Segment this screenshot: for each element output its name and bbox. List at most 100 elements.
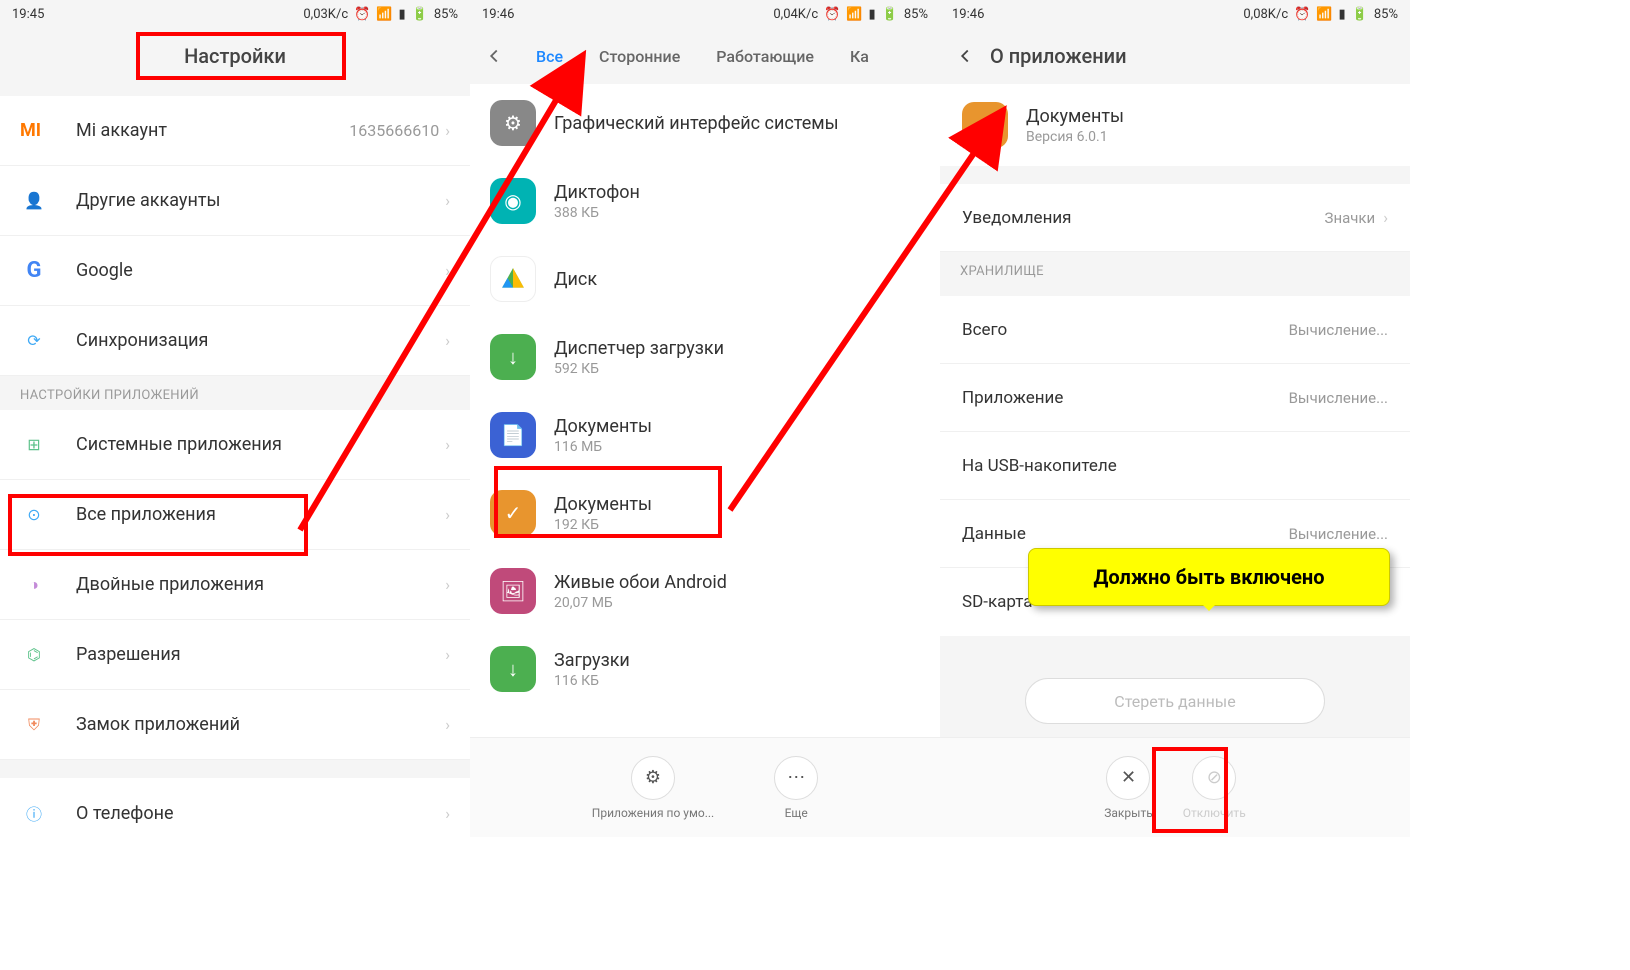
app-icon: 📄 <box>490 412 536 458</box>
status-time: 19:46 <box>482 7 514 22</box>
app-name: Документы <box>554 416 652 437</box>
row-other-accounts[interactable]: 👤 Другие аккаунты › <box>0 166 470 236</box>
chevron-right-icon: › <box>445 715 450 734</box>
chevron-right-icon: › <box>445 645 450 664</box>
chevron-right-icon: › <box>445 261 450 280</box>
app-icon: ↓ <box>490 334 536 380</box>
header-title: Настройки <box>0 28 470 84</box>
signal-icon: ▮ <box>399 7 406 22</box>
app-row[interactable]: ⚙ Графический интерфейс системы <box>470 84 940 162</box>
app-name: Документы <box>554 494 652 515</box>
defaults-button[interactable]: ⚙ Приложения по умо... <box>592 756 714 820</box>
back-button[interactable] <box>950 45 980 67</box>
signal-icon: ▮ <box>1339 7 1346 22</box>
app-icon: ✓ <box>490 490 536 536</box>
chevron-right-icon: › <box>445 804 450 823</box>
back-button[interactable] <box>470 45 518 67</box>
app-name: Диктофон <box>554 182 640 203</box>
wifi-icon: 📶 <box>1316 7 1332 22</box>
app-size: 592 КБ <box>554 361 724 377</box>
app-row[interactable]: 📄 Документы116 МБ <box>470 396 940 474</box>
app-icon: ⚙ <box>490 100 536 146</box>
app-row[interactable]: ↓ Загрузки116 КБ <box>470 630 940 708</box>
row-value: Вычисление... <box>1289 525 1388 543</box>
row-sync[interactable]: ⟳ Синхронизация › <box>0 306 470 376</box>
row-label: Всего <box>962 320 1289 340</box>
app-header: ✓ ДокументыВерсия 6.0.1 <box>940 84 1410 166</box>
wifi-icon: 📶 <box>376 7 392 22</box>
tab-all[interactable]: Все <box>518 47 581 66</box>
screen-app-info: 19:46 0,08K/c ⏰ 📶 ▮ 🔋 85% О приложении ✓… <box>940 0 1410 837</box>
status-time: 19:45 <box>12 7 44 22</box>
app-name: Живые обои Android <box>554 572 727 593</box>
row-label: Замок приложений <box>76 714 445 735</box>
row-label: Разрешения <box>76 644 445 665</box>
row-dual-apps[interactable]: ◑ Двойные приложения › <box>0 550 470 620</box>
app-row[interactable]: Диск <box>470 240 940 318</box>
tab-running[interactable]: Работающие <box>698 47 832 66</box>
row-total: ВсегоВычисление... <box>940 296 1410 364</box>
app-name: Диск <box>554 269 597 290</box>
row-permissions[interactable]: ⌬ Разрешения › <box>0 620 470 690</box>
alarm-icon: ⏰ <box>354 7 370 22</box>
bottom-bar: ⚙ Приложения по умо... ⋯ Еще <box>470 737 940 837</box>
row-notifications[interactable]: Уведомления Значки › <box>940 184 1410 252</box>
row-mi-account[interactable]: MI Mi аккаунт 1635666610 › <box>0 96 470 166</box>
row-label: Двойные приложения <box>76 574 445 595</box>
close-icon: ✕ <box>1121 767 1136 788</box>
app-row[interactable]: 🖼 Живые обои Android 20,07 МБ <box>470 552 940 630</box>
row-label: На USB-накопителе <box>962 456 1388 476</box>
chevron-right-icon: › <box>445 121 450 140</box>
app-icon: ↓ <box>490 646 536 692</box>
battery-icon: 🔋 <box>1352 7 1368 22</box>
shield-icon: ⛨ <box>20 711 48 739</box>
app-list[interactable]: ⚙ Графический интерфейс системы ◉ Диктоф… <box>470 84 940 837</box>
app-size: 192 КБ <box>554 517 652 533</box>
callout-text: Должно быть включено <box>1093 565 1324 589</box>
row-label: Данные <box>962 524 1289 544</box>
statusbar: 19:46 0,04K/c ⏰ 📶 ▮ 🔋 85% <box>470 0 940 28</box>
row-all-apps[interactable]: ⊙ Все приложения › <box>0 480 470 550</box>
row-app-lock[interactable]: ⛨ Замок приложений › <box>0 690 470 760</box>
status-speed: 0,03K/c <box>303 7 348 22</box>
row-label: Google <box>76 260 445 281</box>
close-button[interactable]: ✕ Закрыть <box>1104 756 1152 820</box>
app-icon: ◉ <box>490 178 536 224</box>
chevron-right-icon: › <box>445 505 450 524</box>
app-size: 20,07 МБ <box>554 595 727 611</box>
tab-partial[interactable]: Ка <box>832 47 887 66</box>
app-row-documents[interactable]: ✓ Документы 192 КБ <box>470 474 940 552</box>
app-icon: ✓ <box>962 102 1008 148</box>
row-usb: На USB-накопителе <box>940 432 1410 500</box>
clear-data-button[interactable]: Стереть данные <box>1025 678 1325 724</box>
status-battery: 85% <box>434 7 458 22</box>
row-label: О телефоне <box>76 803 445 824</box>
header: О приложении <box>940 28 1410 84</box>
app-size: 116 КБ <box>554 673 630 689</box>
disable-button[interactable]: ⊘ Отключить <box>1183 756 1246 820</box>
screen-app-list: 19:46 0,04K/c ⏰ 📶 ▮ 🔋 85% Все Сторонние … <box>470 0 940 837</box>
dots-icon: ⋯ <box>787 767 805 788</box>
row-value: Значки <box>1325 209 1376 227</box>
content: MI Mi аккаунт 1635666610 › 👤 Другие акка… <box>0 84 470 837</box>
row-app-size: ПриложениеВычисление... <box>940 364 1410 432</box>
page-title: О приложении <box>990 44 1127 68</box>
tab-third-party[interactable]: Сторонние <box>581 47 698 66</box>
statusbar: 19:45 0,03K/c ⏰ 📶 ▮ 🔋 85% <box>0 0 470 28</box>
more-button[interactable]: ⋯ Еще <box>774 756 818 820</box>
app-version: Версия 6.0.1 <box>1026 129 1124 145</box>
screen-settings: 19:45 0,03K/c ⏰ 📶 ▮ 🔋 85% Настройки MI M… <box>0 0 470 837</box>
status-battery: 85% <box>904 7 928 22</box>
info-icon: ⓘ <box>20 799 48 827</box>
row-system-apps[interactable]: ⊞ Системные приложения › <box>0 410 470 480</box>
app-row[interactable]: ◉ Диктофон388 КБ <box>470 162 940 240</box>
action-label: Еще <box>785 806 808 820</box>
google-icon: G <box>20 257 48 285</box>
callout-tooltip: Должно быть включено <box>1028 548 1390 606</box>
row-about-phone[interactable]: ⓘ О телефоне › <box>0 778 470 837</box>
gear-icon: ⚙ <box>645 767 661 788</box>
app-icon: 🖼 <box>490 568 536 614</box>
status-battery: 85% <box>1374 7 1398 22</box>
row-google[interactable]: G Google › <box>0 236 470 306</box>
app-row[interactable]: ↓ Диспетчер загрузки592 КБ <box>470 318 940 396</box>
